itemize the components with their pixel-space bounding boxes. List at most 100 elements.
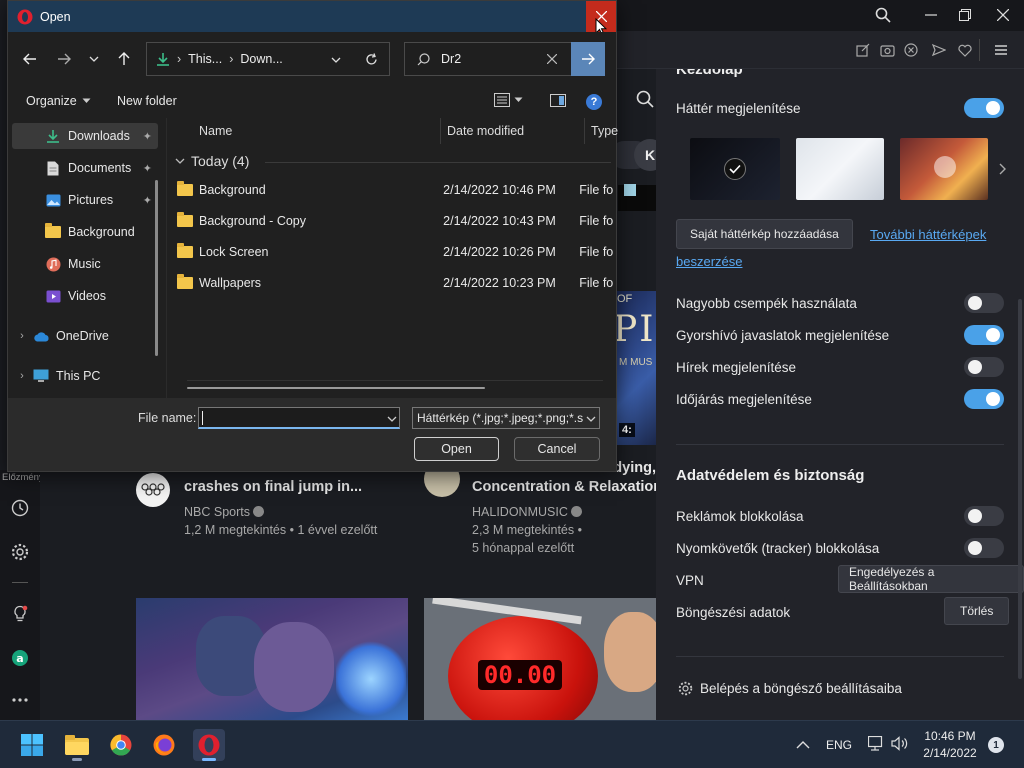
video-title-2[interactable]: Concentration & Relaxation: [472, 478, 656, 497]
column-header-name[interactable]: Name: [199, 124, 232, 138]
column-header-type[interactable]: Type: [591, 124, 618, 138]
breadcrumb-separator: ›: [177, 52, 182, 66]
toggle-speed-dial-suggestions[interactable]: [964, 325, 1004, 345]
video-thumbnail-starry[interactable]: OF PIN M MUS 4:: [617, 291, 656, 445]
notification-badge[interactable]: 1: [988, 737, 1004, 753]
clock-icon[interactable]: [8, 496, 32, 520]
send-icon[interactable]: [928, 39, 950, 61]
wallpaper-thumb-light[interactable]: [796, 138, 884, 200]
file-row[interactable]: Wallpapers 2/14/2022 10:23 PM File fo: [177, 272, 617, 294]
nav-item-videos[interactable]: Videos: [12, 283, 158, 309]
nav-pane-scrollbar[interactable]: [155, 180, 158, 356]
minimize-icon[interactable]: [916, 0, 946, 30]
camera-icon[interactable]: [876, 39, 898, 61]
file-row[interactable]: Background - Copy 2/14/2022 10:43 PM Fil…: [177, 210, 617, 232]
preview-pane-icon[interactable]: [550, 94, 566, 111]
channel-name-2[interactable]: HALIDONMUSIC: [472, 503, 583, 521]
search-tabs-icon[interactable]: [868, 0, 898, 30]
open-button[interactable]: Open: [414, 437, 499, 461]
vpn-enable-button[interactable]: Engedélyezés a Beállításokban: [838, 565, 1024, 593]
forward-arrow-icon[interactable]: [52, 48, 76, 70]
new-folder-button[interactable]: New folder: [117, 94, 177, 108]
add-background-button[interactable]: Saját háttérkép hozzáadása: [676, 219, 853, 249]
nav-item-this-pc[interactable]: › This PC: [12, 363, 158, 389]
volume-icon[interactable]: [891, 736, 909, 754]
search-input[interactable]: Dr2: [441, 52, 461, 66]
clear-data-button[interactable]: Törlés: [944, 597, 1010, 625]
taskbar-firefox[interactable]: [148, 729, 180, 761]
more-backgrounds-link[interactable]: További háttérképek: [870, 227, 986, 242]
chevron-right-icon[interactable]: [996, 161, 1008, 177]
network-icon[interactable]: [867, 735, 884, 754]
video-thumbnail-apple[interactable]: 00.00: [424, 598, 656, 720]
toggle-adblock[interactable]: [964, 506, 1004, 526]
open-browser-settings-link[interactable]: Belépés a böngésző beállításaiba: [678, 681, 902, 696]
more-dots-icon[interactable]: [8, 688, 32, 712]
nav-item-music[interactable]: Music: [12, 251, 158, 277]
nbc-channel-avatar[interactable]: [136, 473, 170, 507]
organize-button[interactable]: Organize: [26, 94, 91, 108]
file-type-select[interactable]: Háttérkép (*.jpg;*.jpeg;*.png;*.s: [412, 407, 600, 429]
verified-icon-2: [571, 506, 583, 517]
settings-scrollbar[interactable]: [1018, 299, 1022, 679]
toggle-tracker-block[interactable]: [964, 538, 1004, 558]
breadcrumb-downloads[interactable]: Down...: [240, 52, 282, 66]
expand-chevron-icon[interactable]: ›: [12, 330, 32, 342]
group-header-today[interactable]: Today (4): [175, 153, 611, 169]
up-arrow-icon[interactable]: [112, 48, 136, 70]
help-icon[interactable]: ?: [586, 94, 602, 110]
snapshot-edit-icon[interactable]: [852, 39, 874, 61]
nav-item-background[interactable]: Background: [12, 219, 158, 245]
file-row[interactable]: Background 2/14/2022 10:46 PM File fo: [177, 179, 617, 201]
verified-icon: [253, 506, 265, 517]
heart-icon[interactable]: [954, 39, 976, 61]
col-divider[interactable]: [440, 118, 441, 144]
back-arrow-icon[interactable]: [18, 48, 42, 70]
video-thumbnail-thanos[interactable]: [136, 598, 408, 720]
easy-setup-menu-icon[interactable]: [990, 39, 1012, 61]
toggle-larger-tiles[interactable]: [964, 293, 1004, 313]
aria-ai-icon[interactable]: a: [8, 646, 32, 670]
browser-close-icon[interactable]: [988, 0, 1018, 30]
page-search-icon[interactable]: [630, 87, 656, 111]
clock-time[interactable]: 10:46 PM: [922, 729, 978, 743]
show-hidden-icons[interactable]: [796, 737, 810, 752]
input-language[interactable]: ENG: [826, 738, 852, 752]
cancel-button[interactable]: Cancel: [514, 437, 600, 461]
column-header-date[interactable]: Date modified: [447, 124, 524, 138]
nav-item-downloads[interactable]: Downloads ✦: [12, 123, 158, 149]
toggle-news[interactable]: [964, 357, 1004, 377]
more-backgrounds-link-2[interactable]: beszerzése: [676, 254, 742, 269]
nav-item-documents[interactable]: Documents ✦: [12, 155, 158, 181]
taskbar-chrome[interactable]: [105, 729, 137, 761]
restore-icon[interactable]: [950, 0, 980, 30]
toggle-show-background[interactable]: [964, 98, 1004, 118]
wallpaper-thumb-dark[interactable]: [690, 138, 780, 200]
video-title-1[interactable]: crashes on final jump in...: [184, 478, 424, 497]
clock-date[interactable]: 2/14/2022: [922, 746, 978, 760]
file-name-input[interactable]: [198, 407, 400, 429]
start-button[interactable]: [16, 729, 48, 761]
wallpaper-thumb-illustration[interactable]: [900, 138, 988, 200]
col-divider[interactable]: [584, 118, 585, 144]
breadcrumb-this-pc[interactable]: This...: [188, 52, 222, 66]
nav-item-onedrive[interactable]: › OneDrive: [12, 323, 158, 349]
timer-display: 00.00: [478, 660, 562, 690]
horizontal-scrollbar[interactable]: [187, 387, 485, 389]
file-row[interactable]: Lock Screen 2/14/2022 10:26 PM File fo: [177, 241, 617, 263]
nav-item-pictures[interactable]: Pictures ✦: [12, 187, 158, 213]
search-go-button[interactable]: [571, 42, 605, 76]
recent-locations-chevron-icon[interactable]: [84, 48, 104, 70]
taskbar-file-explorer[interactable]: [61, 729, 93, 761]
view-options-button[interactable]: [494, 93, 523, 107]
dialog-titlebar[interactable]: Open: [8, 1, 616, 36]
adblock-icon[interactable]: [900, 39, 922, 61]
taskbar-opera[interactable]: [193, 729, 225, 761]
lightbulb-icon[interactable]: [8, 602, 32, 626]
search-box[interactable]: Dr2: [404, 42, 605, 76]
settings-gear-icon[interactable]: [8, 540, 32, 564]
channel-name-1[interactable]: NBC Sports: [184, 503, 265, 521]
expand-chevron-icon[interactable]: ›: [12, 370, 32, 382]
toggle-weather[interactable]: [964, 389, 1004, 409]
address-breadcrumb[interactable]: › This... › Down...: [146, 42, 390, 76]
